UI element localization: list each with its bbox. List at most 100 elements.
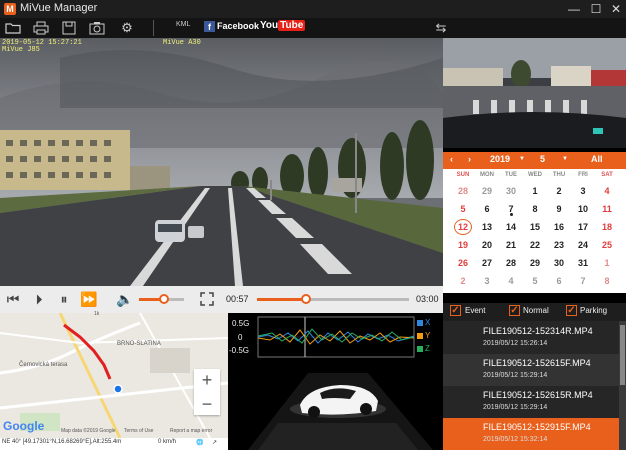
calendar-day[interactable]: 28	[451, 183, 475, 199]
report-map-error-link[interactable]: Report a map error	[170, 428, 212, 434]
camera-icon[interactable]	[88, 19, 106, 37]
calendar-day[interactable]: 4	[499, 273, 523, 289]
globe-icon[interactable]: 🌐	[196, 439, 203, 446]
calendar-day[interactable]: 4	[595, 183, 619, 199]
calendar-day[interactable]: 10	[571, 201, 595, 217]
calendar-day[interactable]: 31	[571, 255, 595, 271]
maximize-icon[interactable]: ☐	[588, 1, 604, 17]
step-forward-icon[interactable]: ⏵	[30, 290, 48, 308]
file-list-scrollbar[interactable]	[619, 321, 626, 450]
google-logo: Google	[3, 419, 45, 433]
calendar-day[interactable]: 5	[523, 273, 547, 289]
calendar-day[interactable]: 13	[475, 219, 499, 235]
prev-month-icon[interactable]: ‹	[450, 154, 453, 164]
calendar-day[interactable]: 18	[595, 219, 619, 235]
file-list-item[interactable]: FILE190512-152314R.MP4 2019/05/12 15:26:1…	[443, 322, 619, 354]
seek-handle[interactable]	[300, 294, 311, 304]
zoom-in-button[interactable]: +	[196, 369, 218, 391]
settings-gear-icon[interactable]: ⚙	[118, 19, 136, 37]
calendar-day[interactable]: 6	[475, 201, 499, 217]
calendar-day[interactable]: 21	[499, 237, 523, 253]
parking-checkbox[interactable]: ✓	[566, 305, 577, 316]
file-list-item[interactable]: FILE190512-152615R.MP4 2019/05/12 15:29:1…	[443, 386, 619, 418]
all-dates-button[interactable]: All	[591, 154, 603, 164]
calendar-day[interactable]: 8	[595, 273, 619, 289]
facebook-icon[interactable]: f	[204, 21, 215, 32]
kml-export-button[interactable]: KML	[176, 21, 190, 28]
g-label-positive: 0.5G	[232, 319, 250, 328]
calendar-day[interactable]: 3	[571, 183, 595, 199]
youtube-share-button[interactable]: You Tube	[260, 20, 306, 31]
position-marker-icon	[113, 384, 123, 394]
print-icon[interactable]	[32, 19, 50, 37]
weekday-header: WED	[528, 172, 542, 178]
calendar-day[interactable]: 2	[547, 183, 571, 199]
calendar-day[interactable]: 30	[547, 255, 571, 271]
calendar-day[interactable]: 3	[475, 273, 499, 289]
calendar-day[interactable]: 8	[523, 201, 547, 217]
month-select[interactable]: 5	[540, 154, 545, 164]
map-place-street: Černovická terasa	[19, 362, 68, 368]
calendar-day[interactable]: 19	[451, 237, 475, 253]
calendar-day[interactable]: 5	[451, 201, 475, 217]
next-month-icon[interactable]: ›	[468, 154, 471, 164]
pause-icon[interactable]: ⏸	[55, 290, 73, 308]
calendar-day[interactable]: 7	[571, 273, 595, 289]
calendar-day[interactable]: 2	[451, 273, 475, 289]
close-icon[interactable]: ✕	[608, 1, 624, 17]
calendar-day[interactable]: 16	[547, 219, 571, 235]
month-dropdown-icon[interactable]: ▼	[562, 156, 568, 162]
weekday-header: TUE	[505, 172, 517, 178]
calendar-day[interactable]: 27	[475, 255, 499, 271]
calendar-day[interactable]: 20	[475, 237, 499, 253]
calendar-day[interactable]: 24	[571, 237, 595, 253]
calendar-day[interactable]: 29	[523, 255, 547, 271]
calendar-day[interactable]: 23	[547, 237, 571, 253]
weekday-header: THU	[552, 172, 566, 178]
scrollbar-thumb[interactable]	[620, 325, 625, 385]
calendar-day[interactable]: 1	[523, 183, 547, 199]
file-name: FILE190512-152915F.MP4	[483, 422, 591, 432]
file-list-item[interactable]: FILE190512-152915F.MP4 2019/05/12 15:32:1…	[443, 418, 619, 450]
calendar-day[interactable]: 26	[451, 255, 475, 271]
calendar-day[interactable]: 29	[475, 183, 499, 199]
folder-icon[interactable]	[4, 19, 22, 37]
calendar-day[interactable]: 22	[523, 237, 547, 253]
year-select[interactable]: 2019	[490, 154, 510, 164]
calendar-day[interactable]: 25	[595, 237, 619, 253]
external-map-icon[interactable]: ↗	[212, 439, 217, 446]
calendar-day[interactable]: 17	[571, 219, 595, 235]
calendar-day[interactable]: 6	[547, 273, 571, 289]
video-model-overlay: MiVue A30	[163, 39, 201, 47]
year-dropdown-icon[interactable]: ▼	[519, 156, 525, 162]
current-time: 00:57	[226, 294, 249, 304]
calendar-day[interactable]: 30	[499, 183, 523, 199]
calendar-day[interactable]: 15	[523, 219, 547, 235]
swap-view-icon[interactable]: ⇆	[432, 19, 450, 37]
calendar-day[interactable]: 9	[547, 201, 571, 217]
volume-icon[interactable]: 🔈	[116, 290, 134, 308]
volume-slider[interactable]	[139, 294, 184, 304]
g-sensor-panel	[228, 313, 443, 450]
normal-checkbox[interactable]: ✓	[509, 305, 520, 316]
seek-bar[interactable]	[257, 294, 409, 304]
volume-handle[interactable]	[158, 294, 169, 304]
calendar-day[interactable]: 1	[595, 255, 619, 271]
calendar-day[interactable]: 11	[595, 201, 619, 217]
front-video-frame[interactable]	[0, 38, 443, 286]
zoom-out-button[interactable]: −	[196, 393, 218, 415]
skip-previous-icon[interactable]: ⏮	[4, 290, 22, 308]
window-title: MiVue Manager	[20, 2, 98, 14]
file-list-item[interactable]: FILE190512-152615F.MP4 2019/05/12 15:29:1…	[443, 354, 619, 386]
minimize-icon[interactable]: —	[566, 1, 582, 17]
terms-link[interactable]: Terms of Use	[124, 428, 153, 434]
save-icon[interactable]	[60, 19, 78, 37]
event-checkbox[interactable]: ✓	[450, 305, 461, 316]
calendar-day[interactable]: 14	[499, 219, 523, 235]
fullscreen-icon[interactable]	[198, 290, 216, 308]
rear-video-frame[interactable]	[443, 38, 626, 148]
fast-forward-icon[interactable]: ⏩	[80, 290, 98, 308]
calendar-day[interactable]: 28	[499, 255, 523, 271]
facebook-share-button[interactable]: Facebook	[217, 21, 259, 31]
calendar-day[interactable]: 12	[454, 219, 472, 235]
